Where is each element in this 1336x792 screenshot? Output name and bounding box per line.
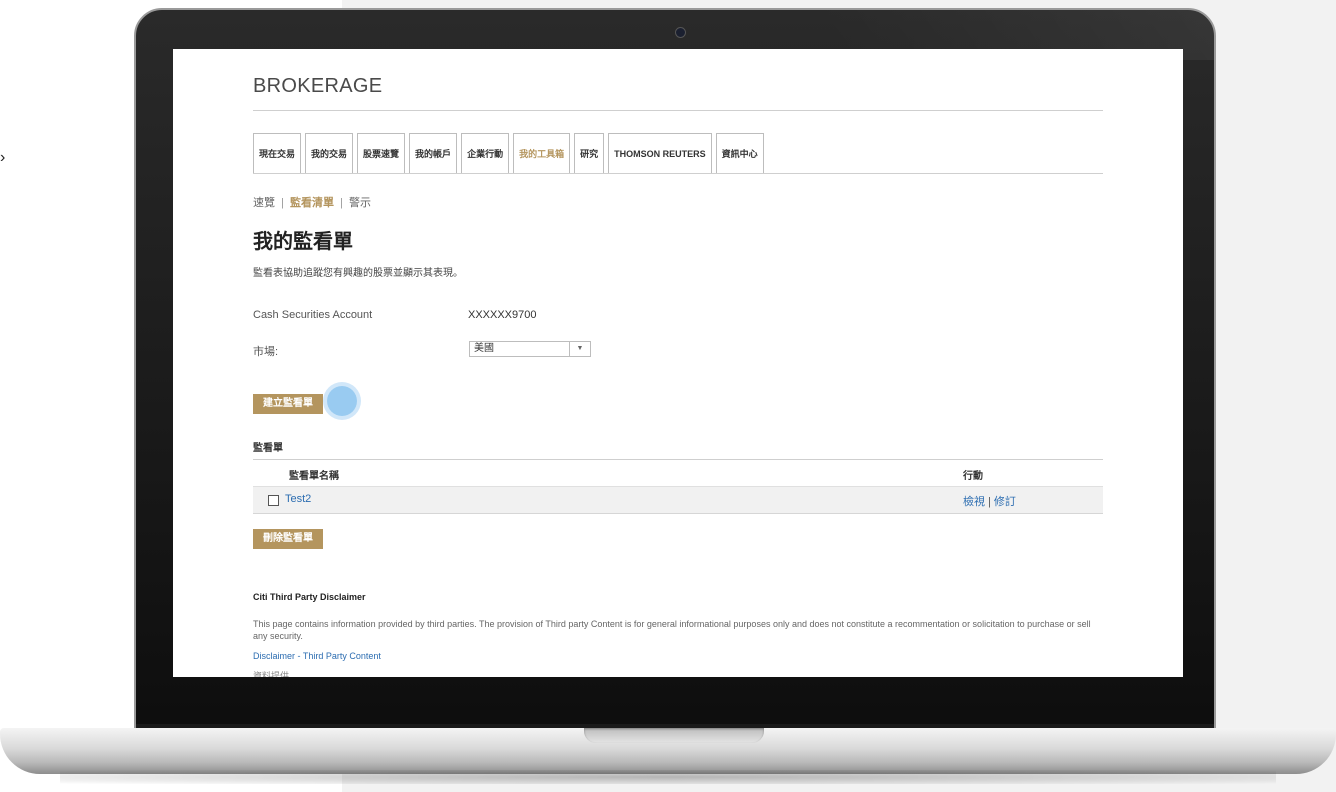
- disclaimer-text: This page contains information provided …: [253, 619, 1091, 641]
- chevron-right-icon[interactable]: ›: [0, 148, 14, 168]
- data-provider-text: 資料提供: [253, 671, 290, 677]
- create-watchlist-button[interactable]: 建立監看單: [253, 394, 323, 414]
- laptop-opening-notch: [584, 728, 764, 743]
- subnav-separator: |: [281, 197, 284, 209]
- subnav-alerts[interactable]: 警示: [349, 197, 371, 209]
- disclaimer-link[interactable]: Disclaimer - Third Party Content: [253, 651, 381, 661]
- subnav-watchlist[interactable]: 監看清單: [290, 197, 334, 209]
- click-indicator: [327, 386, 357, 416]
- row-actions: 檢視 | 修訂: [963, 493, 1016, 509]
- market-selected-value: 美國: [474, 343, 494, 354]
- subnav-separator: |: [340, 197, 343, 209]
- disclaimer-title: Citi Third Party Disclaimer: [253, 592, 366, 602]
- laptop-screen: BROKERAGE 現在交易 我的交易 股票速覽 我的帳戶 企業行動 我的工具箱…: [173, 49, 1183, 677]
- edit-link[interactable]: 修訂: [994, 496, 1016, 508]
- tab-stock-overview[interactable]: 股票速覽: [357, 133, 406, 173]
- watchlist-table: 監看單名稱 行動 Test2 檢視 | 修訂: [253, 459, 1103, 514]
- view-link[interactable]: 檢視: [963, 496, 985, 508]
- tab-my-trades[interactable]: 我的交易: [305, 133, 354, 173]
- tab-thomson-reuters[interactable]: THOMSON REUTERS: [608, 133, 712, 173]
- tab-trade-now[interactable]: 現在交易: [253, 133, 302, 173]
- sub-navigation: 速覽 | 監看清單 | 警示: [253, 194, 371, 210]
- brand-divider: [253, 110, 1103, 111]
- dropdown-arrow-icon[interactable]: ▼: [569, 342, 590, 356]
- camera-icon: [675, 27, 686, 38]
- row-checkbox[interactable]: [268, 495, 279, 506]
- tab-corporate-actions[interactable]: 企業行動: [461, 133, 510, 173]
- laptop-shadow: [60, 770, 1276, 784]
- main-tabs: 現在交易 我的交易 股票速覽 我的帳戶 企業行動 我的工具箱 研究 THOMSO…: [253, 133, 768, 173]
- delete-watchlist-button[interactable]: 刪除監看單: [253, 529, 323, 549]
- header-actions: 行動: [963, 471, 983, 482]
- watchlist-section-label: 監看單: [253, 443, 283, 454]
- page-title: 我的監看單: [253, 231, 353, 253]
- market-select[interactable]: 美國 ▼: [469, 341, 591, 357]
- tab-my-toolbox[interactable]: 我的工具箱: [513, 133, 571, 173]
- action-separator: |: [988, 496, 991, 508]
- account-label: Cash Securities Account: [253, 309, 373, 321]
- table-row: Test2 檢視 | 修訂: [253, 486, 1103, 514]
- brand-title: BROKERAGE: [253, 75, 383, 97]
- page-description: 監看表協助追蹤您有興趣的股票並顯示其表現。: [253, 268, 463, 279]
- watchlist-name-link[interactable]: Test2: [285, 493, 311, 505]
- tabs-divider: [253, 173, 1103, 174]
- tab-my-account[interactable]: 我的帳戶: [409, 133, 458, 173]
- header-watchlist-name: 監看單名稱: [289, 471, 339, 482]
- table-header: 監看單名稱 行動: [253, 459, 1103, 486]
- tab-research[interactable]: 研究: [574, 133, 605, 173]
- tab-info-center[interactable]: 資訊中心: [715, 133, 764, 173]
- account-value: XXXXXX9700: [468, 309, 537, 321]
- subnav-overview[interactable]: 速覽: [253, 197, 275, 209]
- market-label: 市場:: [253, 346, 279, 358]
